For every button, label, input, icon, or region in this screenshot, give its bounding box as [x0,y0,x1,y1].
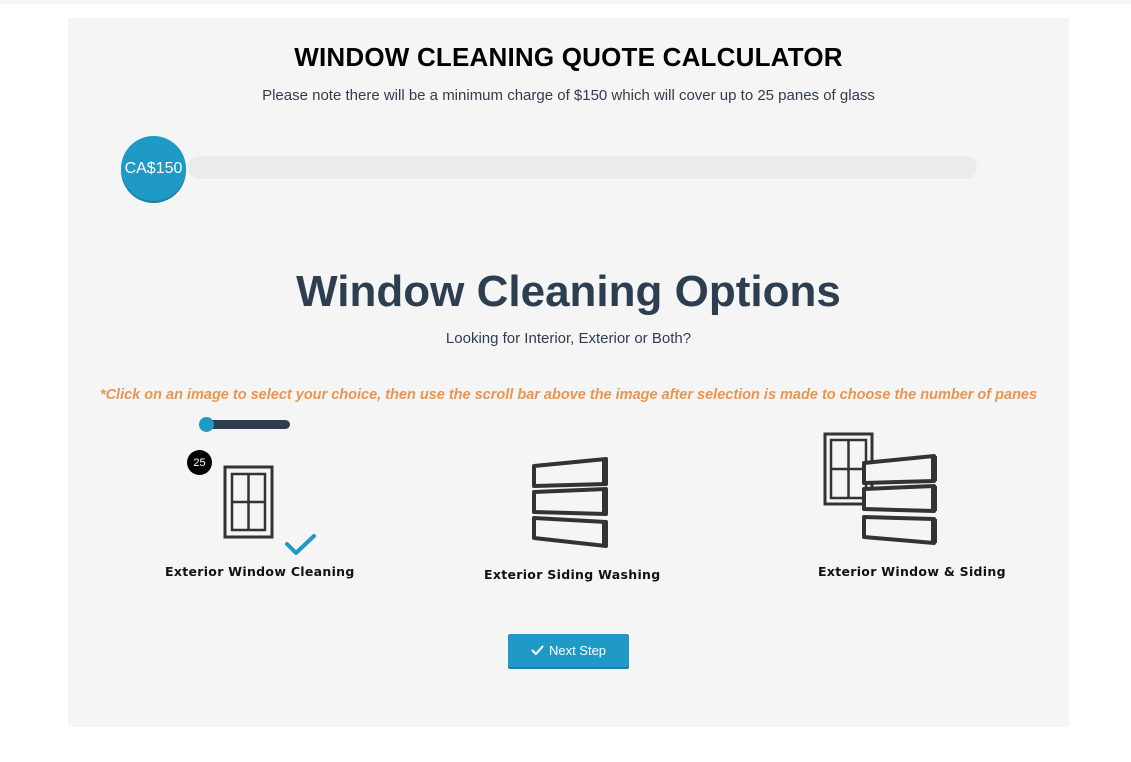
option-exterior-siding-washing[interactable] [528,454,613,554]
window-icon [223,465,274,539]
pane-slider-handle[interactable] [199,417,214,432]
check-icon [531,645,544,655]
window-siding-icon [823,432,937,545]
calculator-title: WINDOW CLEANING QUOTE CALCULATOR [294,42,843,72]
price-progress-track [188,156,977,179]
selection-instruction: *Click on an image to select your choice… [99,387,1038,403]
option-label-window-siding[interactable]: Exterior Window & Siding [818,564,1006,579]
options-subtitle: Looking for Interior, Exterior or Both? [445,330,692,347]
next-step-button[interactable]: Next Step [508,634,629,667]
price-indicator: CA$150 [121,136,186,201]
options-title: Window Cleaning Options [296,267,841,316]
option-exterior-window-cleaning[interactable] [218,463,278,543]
next-step-label: Next Step [548,643,607,658]
minimum-charge-note: Please note there will be a minimum char… [262,87,875,104]
pane-count-slider[interactable] [202,420,290,429]
option-label-siding-washing[interactable]: Exterior Siding Washing [484,567,660,582]
selected-check-icon [284,532,318,563]
quote-calculator-panel: WINDOW CLEANING QUOTE CALCULATOR Please … [68,18,1069,727]
option-label-window-cleaning[interactable]: Exterior Window Cleaning [165,564,355,579]
top-border [0,0,1131,4]
siding-icon [532,457,608,548]
pane-count-badge: 25 [187,450,212,475]
option-exterior-window-siding[interactable] [822,431,942,551]
